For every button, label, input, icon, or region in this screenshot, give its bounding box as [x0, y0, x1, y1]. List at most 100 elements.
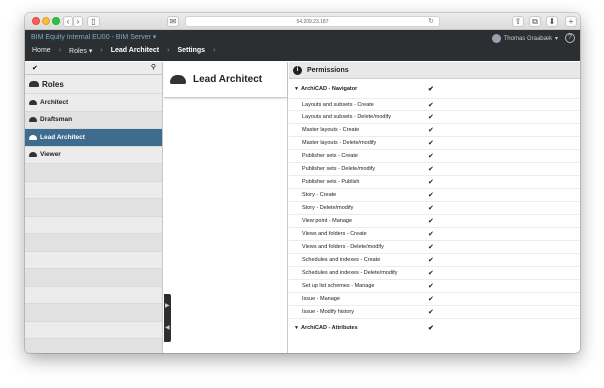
- avatar: [491, 34, 501, 43]
- checkmark-icon[interactable]: ✔: [428, 204, 434, 212]
- address-text: 54.209.23.187: [296, 19, 329, 25]
- checkmark-icon[interactable]: ✔: [428, 85, 434, 93]
- new-tab-icon[interactable]: +: [565, 16, 577, 27]
- permission-label: Views and folders - Create: [302, 231, 367, 237]
- select-all-icon[interactable]: ✔: [32, 64, 38, 72]
- permission-label: Schedules and indexes - Delete/modify: [302, 270, 398, 276]
- role-hat-icon: [29, 99, 37, 105]
- permission-row: Layouts and subsets - Delete/modify ✔: [289, 111, 580, 124]
- checkmark-icon[interactable]: ✔: [428, 217, 434, 225]
- permission-row: Schedules and indexes - Delete/modify ✔: [289, 267, 580, 280]
- breadcrumb-role[interactable]: Lead Architect: [111, 47, 159, 55]
- permission-row: Layouts and subsets - Create ✔: [289, 98, 580, 111]
- checkmark-icon[interactable]: ✔: [428, 230, 434, 238]
- checkmark-icon[interactable]: ✔: [428, 139, 434, 147]
- checkmark-icon[interactable]: ✔: [428, 269, 434, 277]
- role-item-lead-architect[interactable]: Lead Architect: [25, 129, 162, 147]
- permission-row: Set up list schemes - Manage ✔: [289, 280, 580, 293]
- checkmark-icon[interactable]: ✔: [428, 295, 434, 303]
- checkmark-icon[interactable]: ✔: [428, 243, 434, 251]
- info-icon[interactable]: i: [293, 65, 302, 75]
- checkmark-icon[interactable]: ✔: [428, 191, 434, 199]
- empty-row: [25, 287, 162, 304]
- chevron-right-icon: ›: [213, 47, 216, 54]
- permission-row: Story - Create ✔: [289, 189, 580, 202]
- permission-row: Master layouts - Delete/modify ✔: [289, 137, 580, 150]
- chevron-right-icon: ›: [167, 47, 170, 54]
- role-detail-panel: Lead Architect ▶ ◀: [164, 62, 288, 353]
- panel-collapse-handle[interactable]: ▶ ◀: [164, 294, 171, 342]
- permission-label: Master layouts - Delete/modify: [302, 140, 377, 146]
- sidebar-toggle-icon[interactable]: ▯: [87, 16, 100, 27]
- permission-row: Views and folders - Delete/modify ✔: [289, 241, 580, 254]
- role-hat-icon: [29, 117, 37, 123]
- chevron-right-icon: ›: [100, 47, 103, 54]
- mail-icon[interactable]: ✉: [167, 16, 179, 27]
- server-title-text: BIM Equity Internal EU00 - BIM Server: [31, 34, 151, 41]
- forward-icon[interactable]: ›: [73, 16, 83, 27]
- empty-row: [25, 217, 162, 234]
- close-window-button[interactable]: [32, 17, 40, 25]
- permission-row: Issue - Modify history ✔: [289, 306, 580, 319]
- role-label: Draftsman: [40, 116, 73, 124]
- permission-row: Schedules and indexes - Create ✔: [289, 254, 580, 267]
- help-icon[interactable]: ?: [565, 33, 575, 43]
- zoom-window-button[interactable]: [52, 17, 60, 25]
- chevron-down-icon: ▾: [554, 36, 558, 42]
- role-label: Viewer: [40, 151, 61, 159]
- role-item-draftsman[interactable]: Draftsman: [25, 111, 162, 129]
- browser-window: ‹ › ▯ ✉ 54.209.23.187 ↻ ⇪ ⧉ ⬇ + BIM Equi…: [25, 13, 580, 353]
- permission-group[interactable]: ▼ ArchiCAD - Attributes ✔: [289, 319, 580, 337]
- empty-row: [25, 199, 162, 217]
- caret-down-icon[interactable]: ▼: [294, 325, 299, 331]
- server-title[interactable]: BIM Equity Internal EU00 - BIM Server ▾: [31, 33, 156, 41]
- checkmark-icon[interactable]: ✔: [428, 152, 434, 160]
- permission-row: Views and folders - Create ✔: [289, 228, 580, 241]
- permission-row: Publisher sets - Delete/modify ✔: [289, 163, 580, 176]
- chevron-down-icon: ▾: [152, 34, 157, 41]
- download-icon[interactable]: ⬇: [546, 16, 558, 27]
- permission-row: Publisher sets - Create ✔: [289, 150, 580, 163]
- address-bar[interactable]: 54.209.23.187 ↻: [185, 16, 440, 27]
- permissions-header: i Permissions: [289, 62, 580, 79]
- checkmark-icon[interactable]: ✔: [428, 308, 434, 316]
- user-menu[interactable]: Thomas Graabæk ▾: [491, 34, 558, 43]
- permission-group[interactable]: ▼ ArchiCAD - Navigator ✔: [289, 80, 580, 98]
- permission-row: View point - Manage ✔: [289, 215, 580, 228]
- empty-row: [25, 252, 162, 269]
- permissions-panel: i Permissions ▼ ArchiCAD - Navigator ✔ Layo…: [289, 62, 580, 353]
- role-hat-icon: [29, 134, 37, 140]
- back-icon[interactable]: ‹: [63, 16, 73, 27]
- checkmark-icon[interactable]: ✔: [428, 282, 434, 290]
- role-item-viewer[interactable]: Viewer: [25, 147, 162, 164]
- empty-row: [25, 304, 162, 322]
- empty-row: [25, 339, 162, 353]
- role-item-architect[interactable]: Architect: [25, 94, 162, 112]
- permission-row: Master layouts - Create ✔: [289, 124, 580, 137]
- permission-row: Issue - Manage ✔: [289, 293, 580, 306]
- tabs-icon[interactable]: ⧉: [529, 16, 541, 27]
- search-icon[interactable]: ⚲: [151, 63, 156, 71]
- collapse-left-icon[interactable]: ◀: [165, 324, 170, 331]
- reload-icon[interactable]: ↻: [428, 17, 434, 27]
- roles-heading-text: Roles: [42, 79, 64, 89]
- breadcrumb-home[interactable]: Home: [32, 47, 51, 55]
- permission-label: View point - Manage: [302, 218, 353, 224]
- roles-toolbar: ✔ ⚲: [25, 62, 162, 75]
- share-icon[interactable]: ⇪: [512, 16, 524, 27]
- breadcrumb-settings[interactable]: Settings: [177, 47, 205, 55]
- checkmark-icon[interactable]: ✔: [428, 113, 434, 121]
- caret-down-icon[interactable]: ▼: [294, 86, 299, 92]
- expand-right-icon[interactable]: ▶: [165, 302, 170, 309]
- breadcrumb-roles[interactable]: Roles ▾: [69, 47, 92, 55]
- user-name: Thomas Graabæk: [503, 35, 552, 42]
- minimize-window-button[interactable]: [42, 17, 50, 25]
- checkmark-icon[interactable]: ✔: [428, 126, 434, 134]
- checkmark-icon[interactable]: ✔: [428, 165, 434, 173]
- empty-row: [25, 269, 162, 287]
- checkmark-icon[interactable]: ✔: [428, 256, 434, 264]
- checkmark-icon[interactable]: ✔: [428, 178, 434, 186]
- checkmark-icon[interactable]: ✔: [428, 324, 434, 332]
- role-hat-icon: [170, 75, 186, 84]
- checkmark-icon[interactable]: ✔: [428, 101, 434, 109]
